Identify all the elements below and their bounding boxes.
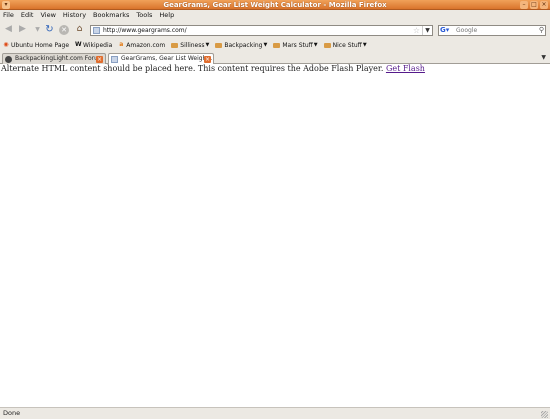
menu-file[interactable]: File <box>3 11 14 19</box>
tab-strip: BackpackingLight.com Foru... × GearGrams… <box>0 52 550 65</box>
google-engine-icon[interactable]: G▾ <box>440 26 454 35</box>
bookmark-star-icon[interactable]: ☆ <box>413 26 420 35</box>
navigation-toolbar: ◀ ▶ ▼ ↻ ✕ ⌂ http://www.geargrams.com/ ☆ … <box>0 21 550 38</box>
close-tab-icon[interactable]: × <box>204 56 211 63</box>
site-favicon-icon <box>93 27 100 34</box>
menu-edit[interactable]: Edit <box>21 11 34 19</box>
get-flash-link[interactable]: Get Flash <box>386 64 425 73</box>
folder-icon <box>273 42 281 48</box>
ubuntu-icon: ◉ <box>3 41 9 48</box>
chevron-down-icon: ▼ <box>362 42 367 48</box>
menu-history[interactable]: History <box>63 11 86 19</box>
menu-tools[interactable]: Tools <box>136 11 152 19</box>
menu-bar: File Edit View History Bookmarks Tools H… <box>0 10 181 20</box>
folder-icon <box>171 42 179 48</box>
folder-icon <box>215 42 223 48</box>
chevron-down-icon: ▼ <box>205 42 210 48</box>
bookmark-label: Wikipedia <box>83 41 113 49</box>
menu-view[interactable]: View <box>40 11 55 19</box>
bookmark-amazon[interactable]: a Amazon.com <box>118 42 165 49</box>
status-text: Done <box>3 409 21 417</box>
bookmark-folder-backpacking[interactable]: Backpacking ▼ <box>215 42 267 49</box>
close-window-icon[interactable]: × <box>540 1 548 9</box>
flash-fallback-text: Alternate HTML content should be placed … <box>0 64 550 74</box>
bookmarks-toolbar: ◉ Ubuntu Home Page W Wikipedia a Amazon.… <box>0 39 550 51</box>
maximize-icon[interactable]: □ <box>530 1 538 9</box>
tab-label: BackpackingLight.com Foru... <box>15 55 104 62</box>
bookmark-label: Silliness <box>180 41 205 49</box>
tab-label: GearGrams, Gear List Weigh... <box>121 55 213 62</box>
chevron-down-icon: ▼ <box>313 42 318 48</box>
page-favicon-icon <box>111 56 118 63</box>
page-content: Alternate HTML content should be placed … <box>0 64 550 407</box>
search-icon[interactable]: ⚲ <box>539 26 544 35</box>
chevron-down-icon: ▼ <box>263 42 268 48</box>
home-icon[interactable]: ⌂ <box>74 24 85 35</box>
url-text[interactable]: http://www.geargrams.com/ <box>103 26 187 35</box>
flash-message: Alternate HTML content should be placed … <box>1 64 384 73</box>
search-bar[interactable]: G▾ ⚲ <box>438 25 546 36</box>
close-tab-icon[interactable]: × <box>96 56 103 63</box>
status-bar: Done <box>0 407 550 419</box>
address-bar[interactable]: http://www.geargrams.com/ ☆ ▼ <box>90 25 433 36</box>
url-history-dropdown-icon[interactable]: ▼ <box>422 26 432 35</box>
history-dropdown-icon[interactable]: ▼ <box>32 24 43 35</box>
bookmark-folder-mars-stuff[interactable]: Mars Stuff ▼ <box>273 41 318 49</box>
minimize-icon[interactable]: – <box>520 1 528 9</box>
reload-icon[interactable]: ↻ <box>44 24 55 35</box>
tab-backpackinglight[interactable]: BackpackingLight.com Foru... × <box>2 53 106 64</box>
bookmark-wikipedia[interactable]: W Wikipedia <box>75 42 112 49</box>
amazon-icon: a <box>119 41 124 48</box>
bookmark-ubuntu-home-page[interactable]: ◉ Ubuntu Home Page <box>3 42 69 49</box>
bookmark-label: Mars Stuff <box>282 41 313 49</box>
wikipedia-icon: W <box>75 41 82 48</box>
window-controls: – □ × <box>520 1 548 9</box>
back-icon[interactable]: ◀ <box>3 24 14 35</box>
stop-icon[interactable]: ✕ <box>59 25 69 35</box>
bookmark-folder-silliness[interactable]: Silliness ▼ <box>171 42 209 49</box>
bookmark-label: Amazon.com <box>126 41 166 49</box>
window-titlebar: ▾ GearGrams, Gear List Weight Calculator… <box>0 0 550 10</box>
site-favicon-icon <box>5 56 12 63</box>
bookmark-label: Ubuntu Home Page <box>11 41 70 49</box>
search-input[interactable] <box>456 26 534 35</box>
folder-icon <box>323 42 331 48</box>
forward-icon[interactable]: ▶ <box>17 24 28 35</box>
window-title: GearGrams, Gear List Weight Calculator -… <box>163 1 387 9</box>
menu-bookmarks[interactable]: Bookmarks <box>93 11 129 19</box>
menu-help[interactable]: Help <box>159 11 174 19</box>
tab-list-dropdown-icon[interactable]: ▼ <box>541 54 546 61</box>
bookmark-folder-nice-stuff[interactable]: Nice Stuff ▼ <box>323 41 367 49</box>
resize-grip-icon[interactable] <box>541 411 548 418</box>
bookmark-label: Backpacking <box>224 41 263 49</box>
bookmark-label: Nice Stuff <box>332 41 362 49</box>
